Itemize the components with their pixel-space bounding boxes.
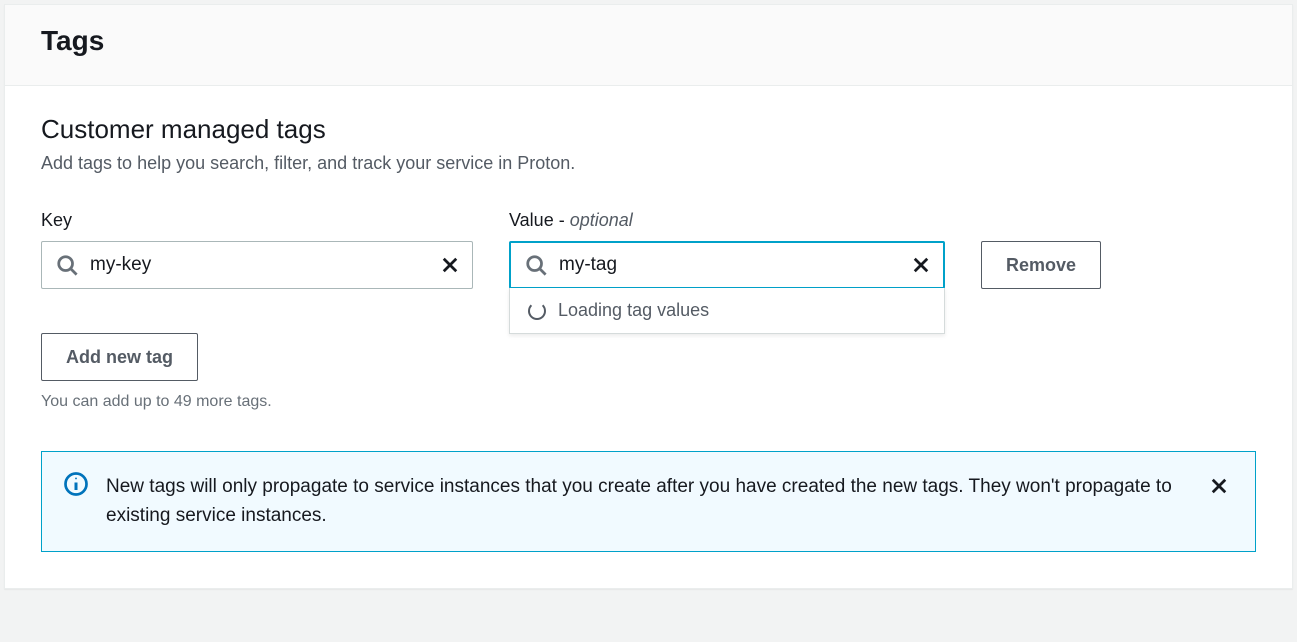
add-new-tag-button[interactable]: Add new tag [41, 333, 198, 381]
clear-value-button[interactable] [907, 251, 935, 279]
value-column: Value - optional [509, 210, 945, 289]
dropdown-loading-text: Loading tag values [558, 300, 709, 321]
tags-panel: Tags Customer managed tags Add tags to h… [4, 4, 1293, 589]
panel-body: Customer managed tags Add tags to help y… [5, 86, 1292, 588]
spinner-icon [528, 302, 546, 320]
info-icon [64, 472, 88, 496]
remove-column: Remove [981, 210, 1101, 289]
section-description: Add tags to help you search, filter, and… [41, 153, 1256, 174]
info-alert: New tags will only propagate to service … [41, 451, 1256, 552]
key-label: Key [41, 210, 473, 231]
tag-limit-text: You can add up to 49 more tags. [41, 393, 1256, 411]
close-icon [440, 255, 460, 275]
remove-button[interactable]: Remove [981, 241, 1101, 289]
key-input-wrapper[interactable] [41, 241, 473, 289]
alert-dismiss-button[interactable] [1205, 472, 1233, 500]
key-column: Key [41, 210, 473, 289]
value-input[interactable] [511, 243, 943, 287]
close-icon [1209, 476, 1229, 496]
remove-spacer-label [981, 210, 1101, 231]
value-label-text: Value [509, 210, 554, 230]
clear-key-button[interactable] [436, 251, 464, 279]
tag-row: Key [41, 210, 1256, 289]
key-input[interactable] [42, 242, 472, 288]
value-label: Value - optional [509, 210, 945, 231]
close-icon [911, 255, 931, 275]
value-input-wrapper[interactable] [509, 241, 945, 289]
alert-message: New tags will only propagate to service … [106, 472, 1187, 531]
value-dropdown: Loading tag values [509, 288, 945, 334]
section-heading: Customer managed tags [41, 114, 1256, 145]
add-tag-row: Add new tag You can add up to 49 more ta… [41, 333, 1256, 411]
panel-header: Tags [5, 5, 1292, 86]
panel-title: Tags [41, 25, 1256, 57]
value-optional-text: optional [570, 210, 633, 230]
